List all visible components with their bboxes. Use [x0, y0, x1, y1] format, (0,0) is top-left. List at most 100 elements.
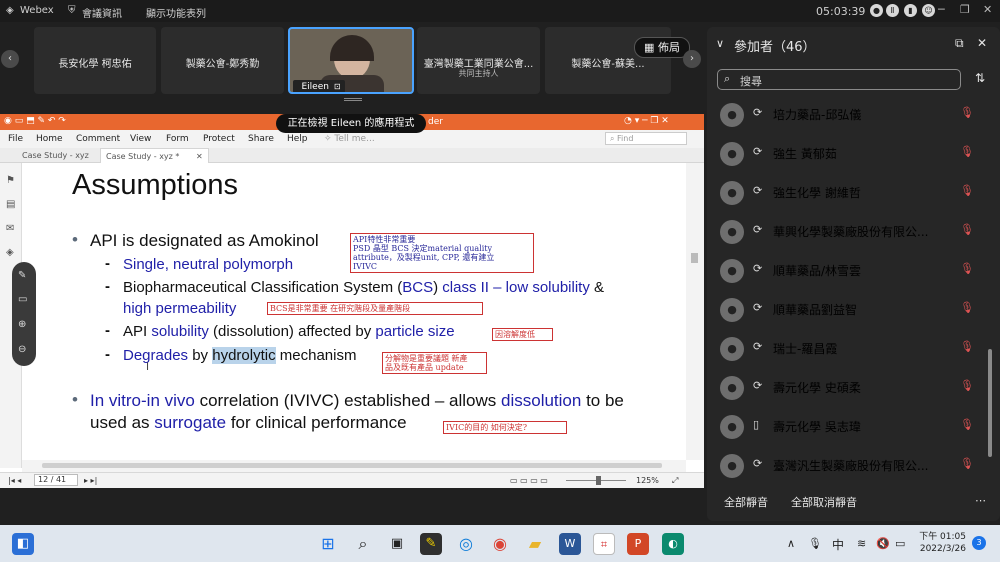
people-icon[interactable]: ☺ [922, 4, 935, 17]
page-number-input[interactable]: 12 / 41 [34, 474, 78, 486]
sort-icon[interactable]: ⇅ [975, 71, 985, 85]
minimize-icon[interactable]: ─ [938, 3, 945, 16]
powerpoint-icon[interactable]: P [627, 533, 649, 555]
muted-mic-icon[interactable]: 🎙 [960, 340, 974, 353]
participant-row[interactable]: ● ⟳ 華興化學製藥廠股份有限公... 🎙 [720, 215, 980, 245]
menu-help[interactable]: Help [287, 134, 308, 144]
restore-icon[interactable]: ❐ [960, 3, 970, 16]
menu-protect[interactable]: Protect [203, 134, 235, 144]
participant-row[interactable]: ● ⟳ 強生化學 謝維哲 🎙 [720, 176, 980, 206]
close-panel-icon[interactable]: ✕ [977, 36, 987, 50]
stats-icon[interactable]: ▮ [904, 4, 917, 17]
task-view-icon[interactable]: ▣ [386, 533, 408, 555]
muted-mic-icon[interactable]: 🎙 [960, 106, 974, 119]
unmute-all-button[interactable]: 全部取消靜音 [791, 494, 857, 510]
tell-me-input[interactable]: ✧ Tell me... [324, 134, 375, 144]
h-scroll-thumb[interactable] [42, 463, 662, 468]
prev-video-button[interactable]: ‹ [1, 50, 19, 68]
scroll-thumb[interactable] [691, 253, 698, 263]
more-options-icon[interactable]: ⋯ [975, 494, 986, 507]
ime-indicator[interactable]: 中 [832, 536, 844, 553]
next-video-button[interactable]: › [683, 50, 701, 68]
muted-mic-icon[interactable]: 🎙 [960, 184, 974, 197]
note-degradation[interactable]: 分解物是重要議題 新產 品及既有產品 update [382, 352, 487, 374]
menu-share[interactable]: Share [248, 134, 274, 144]
note-api-importance[interactable]: API特性非常重要 PSD 晶型 BCS 決定material quality … [350, 233, 534, 273]
participant-row[interactable]: ● ⟳ 強生 黃郁茹 🎙 [720, 137, 980, 167]
menu-comment[interactable]: Comment [76, 134, 120, 144]
first-page-icon[interactable]: |◂ ◂ [8, 476, 21, 485]
participant-row[interactable]: ● ⟳ 瑞士-羅昌霞 🎙 [720, 332, 980, 362]
layers-icon[interactable]: ◈ [6, 247, 14, 258]
participant-row[interactable]: ● ⟳ 壽元化學 史碩柔 🎙 [720, 371, 980, 401]
comments-icon[interactable]: ✉ [6, 223, 14, 234]
zoom-level[interactable]: 125% [636, 476, 659, 485]
tray-chevron-icon[interactable]: ∧ [787, 537, 795, 550]
muted-mic-icon[interactable]: 🎙 [960, 301, 974, 314]
muted-mic-icon[interactable]: 🎙 [960, 262, 974, 275]
view-mode-icons[interactable]: ▭ ▭ ▭ ▭ [510, 476, 548, 485]
participant-row[interactable]: ● ⟳ 培力藥品-邱弘儀 🎙 [720, 98, 980, 128]
menu-home[interactable]: Home [36, 134, 63, 144]
next-page-icon[interactable]: ▸ ▸| [84, 476, 97, 485]
notification-badge[interactable]: 3 [972, 536, 986, 550]
panel-scroll-thumb[interactable] [988, 349, 992, 457]
muted-mic-icon[interactable]: 🎙 [960, 223, 974, 236]
resize-handle[interactable] [344, 98, 362, 101]
search-taskbar-icon[interactable]: ⌕ [352, 533, 374, 555]
edge-icon[interactable]: ◎ [455, 533, 477, 555]
participant-row[interactable]: ● ⟳ 順華藥品/林雪雲 🎙 [720, 254, 980, 284]
mic-tray-icon[interactable]: 🎙 [808, 537, 822, 550]
pause-icon[interactable]: Ⅱ [886, 4, 899, 17]
muted-mic-icon[interactable]: 🎙 [960, 379, 974, 392]
note-ivic[interactable]: IVIC的目的 如何決定? [443, 421, 567, 434]
fullscreen-icon[interactable]: ⤢ [672, 476, 678, 486]
wifi-icon[interactable]: ≋ [857, 537, 866, 550]
webex-taskbar-icon[interactable]: ◐ [662, 533, 684, 555]
note-bcs[interactable]: BCS是非常重要 在研究階段及量產階段 [267, 302, 483, 315]
participant-row[interactable]: ● ▯ 壽元化學 吳志瑋 🎙 [720, 410, 980, 440]
participant-row[interactable]: ● ⟳ 臺灣汎生製藥廠股份有限公... 🎙 [720, 449, 980, 479]
popout-icon[interactable]: ⧉ [955, 36, 964, 51]
bookmark-icon[interactable]: ⚑ [6, 175, 15, 186]
video-tile-2[interactable]: 製藥公會-鄭秀勤 [161, 27, 284, 94]
screen-icon[interactable]: ▭ [18, 294, 27, 305]
muted-mic-icon[interactable]: 🎙 [960, 418, 974, 431]
desktop-switcher-icon[interactable]: ◧ [12, 533, 34, 555]
horizontal-scrollbar[interactable] [22, 460, 686, 472]
layout-button[interactable]: ▦ 佈局 [634, 37, 690, 58]
window-controls[interactable]: ◔ ▾ ─ ❐ ✕ [624, 116, 669, 126]
meeting-info-button[interactable]: 會議資訊 [82, 5, 122, 20]
pdf-reader-icon[interactable]: ⌗ [593, 533, 615, 555]
taskbar-clock[interactable]: 下午 01:05 2022/3/26 [918, 531, 966, 555]
tab-case-study-2[interactable]: Case Study - xyz * ✕ [100, 148, 209, 163]
notes-app-icon[interactable]: ✎ [420, 533, 442, 555]
pages-icon[interactable]: ▤ [6, 199, 15, 210]
participant-row[interactable]: ● ⟳ 順華藥品劉益智 🎙 [720, 293, 980, 323]
menu-view[interactable]: View [130, 134, 151, 144]
mute-all-button[interactable]: 全部靜音 [724, 494, 768, 510]
participant-search-input[interactable]: ⌕ 搜尋 [717, 69, 961, 90]
collapse-chevron-icon[interactable]: ∨ [716, 37, 724, 50]
muted-mic-icon[interactable]: 🎙 [960, 145, 974, 158]
video-tile-eileen[interactable]: Eileen ⊡ [288, 27, 414, 94]
muted-mic-icon[interactable]: 🎙 [960, 457, 974, 470]
volume-muted-icon[interactable]: 🔇 [876, 537, 890, 550]
chrome-icon[interactable]: ◉ [489, 533, 511, 555]
tab-case-study-1[interactable]: Case Study - xyz [22, 151, 89, 160]
menu-form[interactable]: Form [166, 134, 189, 144]
vertical-scrollbar[interactable] [686, 163, 704, 460]
note-solubility[interactable]: 因溶解度低 [492, 328, 553, 341]
close-icon[interactable]: ✕ [983, 3, 992, 16]
zoom-slider-handle[interactable] [596, 476, 601, 485]
zoom-in-icon[interactable]: ⊕ [18, 319, 26, 330]
zoom-out-icon[interactable]: ⊖ [18, 344, 26, 355]
battery-icon[interactable]: ▭ [895, 537, 905, 550]
start-icon[interactable]: ⊞ [317, 533, 339, 555]
video-tile-1[interactable]: 長安化學 柯忠佑 [34, 27, 156, 94]
menu-file[interactable]: File [8, 134, 23, 144]
record-icon[interactable]: ● [870, 4, 883, 17]
file-explorer-icon[interactable]: ▰ [524, 533, 546, 555]
video-tile-4[interactable]: 臺灣製藥工業同業公會... 共同主持人 [417, 27, 540, 94]
tab-close-icon[interactable]: ✕ [196, 152, 203, 161]
